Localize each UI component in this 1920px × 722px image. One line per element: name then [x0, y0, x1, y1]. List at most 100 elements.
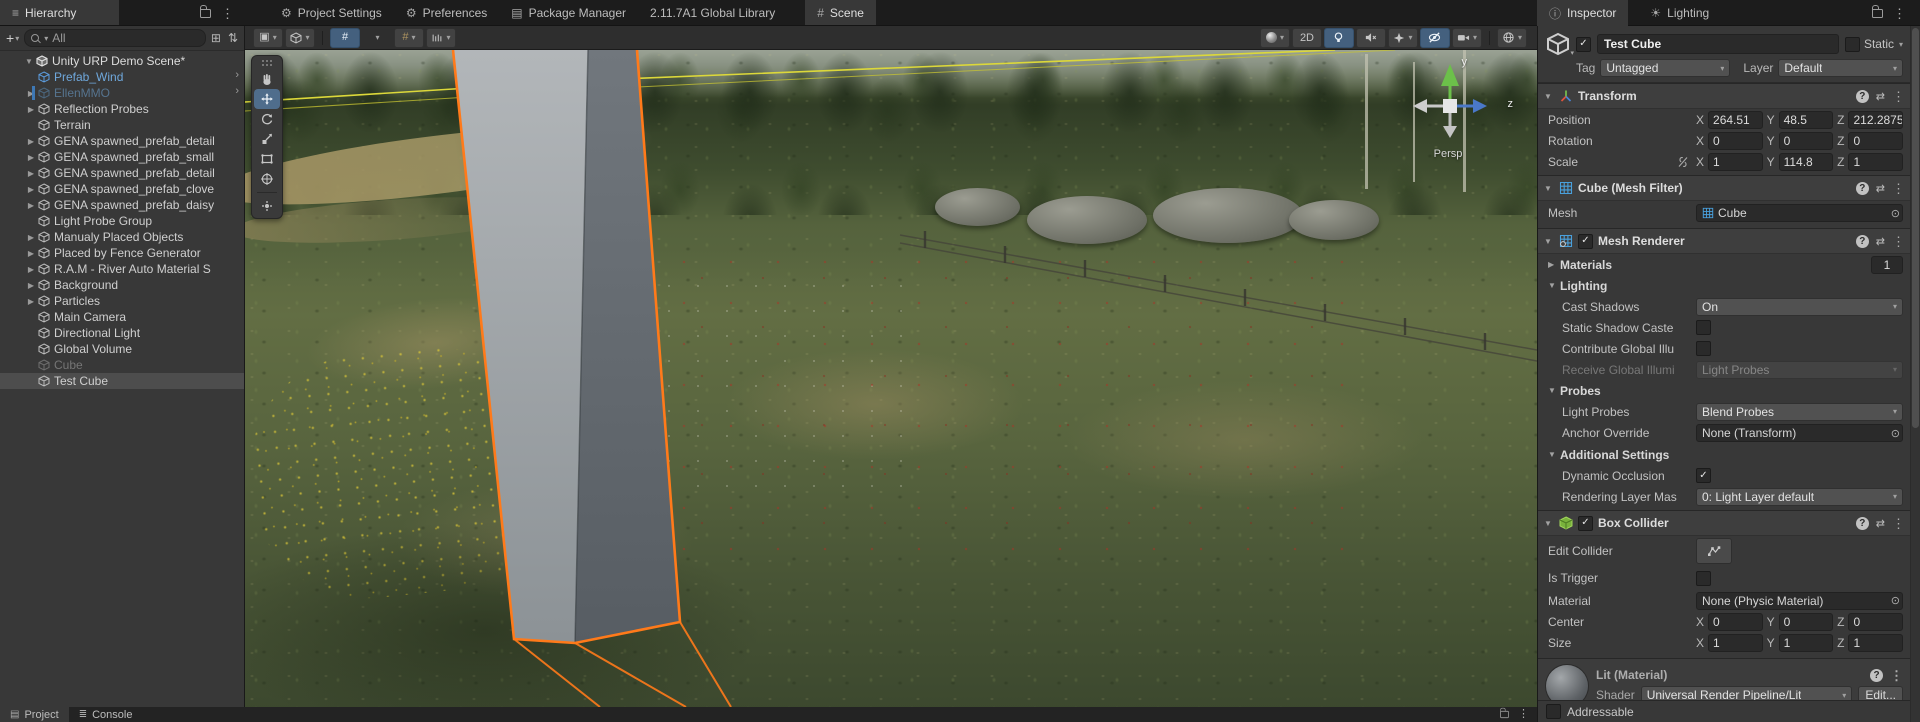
expand-arrow-icon[interactable]: ▶	[24, 105, 38, 114]
expand-arrow-icon[interactable]: ▶	[24, 233, 38, 242]
draw-mode-button[interactable]: ▾	[1259, 27, 1290, 48]
component-enabled-checkbox[interactable]: ✓	[1578, 233, 1593, 249]
kebab-menu-icon[interactable]: ⋮	[1892, 182, 1905, 195]
hierarchy-item[interactable]: Cube	[0, 357, 244, 373]
effects-toggle-button[interactable]: ▾	[1387, 27, 1418, 48]
size-y-field[interactable]: 1	[1778, 633, 1834, 652]
z-axis-cone[interactable]	[1473, 99, 1487, 113]
transform-tool-button[interactable]	[254, 169, 280, 189]
edit-collider-button[interactable]	[1696, 538, 1732, 564]
gizmos-dropdown-button[interactable]: ▾	[1496, 27, 1527, 48]
gameobject-name-field[interactable]: Test Cube	[1597, 34, 1839, 54]
preset-icon[interactable]: ⇄	[1876, 90, 1885, 103]
expand-arrow-icon[interactable]: ▶	[24, 169, 38, 178]
expand-arrow-icon[interactable]: ▶	[24, 137, 38, 146]
grid-visibility-dropdown[interactable]: ▾	[362, 28, 392, 48]
kebab-menu-icon[interactable]: ⋮	[1892, 235, 1905, 248]
mesh-object-field[interactable]: Cube ⊙	[1696, 204, 1903, 222]
tool-handle-rotation-button[interactable]: ▾	[285, 27, 315, 48]
materials-foldout[interactable]: ▶ Materials 1	[1538, 254, 1911, 275]
kebab-menu-icon[interactable]: ⋮	[1893, 7, 1906, 20]
expand-arrow-icon[interactable]: ▶	[24, 89, 38, 98]
rendering-layer-dropdown[interactable]: 0: Light Layer default ▾	[1696, 487, 1903, 506]
move-tool-button[interactable]	[254, 89, 280, 109]
hierarchy-item[interactable]: Prefab_Wind ›	[0, 69, 244, 85]
rotation-z-field[interactable]: 0	[1848, 131, 1904, 150]
scene-picking-icon[interactable]: ⊞	[209, 31, 223, 45]
gameobject-cube-icon[interactable]: ▾	[1546, 32, 1574, 57]
tab-inspector[interactable]: ⓘ Inspector	[1537, 0, 1629, 26]
materials-count-field[interactable]: 1	[1871, 255, 1903, 274]
tool-handle-position-button[interactable]: ▣ ▾	[253, 27, 283, 48]
audio-mute-toggle[interactable]	[1355, 27, 1386, 48]
expand-arrow-icon[interactable]: ▶	[24, 153, 38, 162]
contribute-gi-checkbox[interactable]	[1696, 341, 1711, 356]
search-filter-dropdown-icon[interactable]: ▾	[44, 34, 48, 43]
sort-icon[interactable]: ⇅	[226, 31, 240, 45]
hierarchy-item[interactable]: ▶ GENA spawned_prefab_detail	[0, 165, 244, 181]
inspector-scrollbar[interactable]	[1910, 26, 1920, 722]
help-icon[interactable]: ?	[1855, 234, 1869, 248]
hierarchy-item-selected[interactable]: Test Cube	[0, 373, 244, 389]
hierarchy-item-scene-root[interactable]: ▼ Unity URP Demo Scene*	[0, 53, 244, 69]
probes-foldout[interactable]: ▼ Probes	[1538, 380, 1911, 401]
is-trigger-checkbox[interactable]	[1696, 570, 1711, 586]
help-icon[interactable]: ?	[1870, 668, 1883, 682]
preset-icon[interactable]: ⇄	[1876, 182, 1885, 195]
scene-viewport[interactable]: y z Persp	[245, 50, 1537, 707]
tab-scene[interactable]: # Scene	[805, 0, 876, 25]
center-z-field[interactable]: 0	[1848, 612, 1904, 631]
help-icon[interactable]: ?	[1855, 516, 1869, 530]
hierarchy-item[interactable]: ▶ Manualy Placed Objects	[0, 229, 244, 245]
object-picker-icon[interactable]: ⊙	[1891, 207, 1900, 220]
hierarchy-item[interactable]: ▶ GENA spawned_prefab_clove	[0, 181, 244, 197]
scale-z-field[interactable]: 1	[1848, 152, 1904, 171]
box-collider-header[interactable]: ▼ ✓ Box Collider ? ⇄ ⋮	[1538, 510, 1911, 536]
grid-visibility-button[interactable]: #	[330, 27, 360, 48]
gizmo-center-cube[interactable]	[1443, 99, 1457, 113]
scale-x-field[interactable]: 1	[1708, 152, 1763, 171]
tab-package-manager[interactable]: ▤ Package Manager	[499, 0, 638, 25]
kebab-menu-icon[interactable]: ⋮	[1890, 669, 1903, 682]
tab-project-settings[interactable]: ⚙ Project Settings	[269, 0, 394, 25]
view-hand-tool-button[interactable]	[254, 69, 280, 89]
hierarchy-item[interactable]: ▶ GENA spawned_prefab_small	[0, 149, 244, 165]
hierarchy-item[interactable]: Global Volume	[0, 341, 244, 357]
position-y-field[interactable]: 48.5	[1778, 110, 1834, 129]
expand-arrow-icon[interactable]: ▶	[24, 281, 38, 290]
static-shadow-caster-checkbox[interactable]	[1696, 320, 1711, 335]
preset-icon[interactable]: ⇄	[1876, 517, 1885, 530]
scale-y-field[interactable]: 114.8	[1778, 152, 1834, 171]
physic-material-field[interactable]: None (Physic Material) ⊙	[1696, 591, 1903, 610]
position-z-field[interactable]: 212.2875	[1848, 110, 1904, 129]
mesh-filter-header[interactable]: ▼ Cube (Mesh Filter) ? ⇄ ⋮	[1538, 175, 1911, 201]
perspective-label[interactable]: Persp	[1403, 148, 1493, 160]
kebab-menu-icon[interactable]: ⋮	[1892, 517, 1905, 530]
transform-header[interactable]: ▼ Transform ? ⇄ ⋮	[1538, 83, 1911, 109]
lock-icon[interactable]	[200, 4, 211, 18]
position-x-field[interactable]: 264.51	[1708, 110, 1763, 129]
grid-snap-button[interactable]: # ▾	[394, 27, 424, 48]
kebab-menu-icon[interactable]: ⋮	[1518, 709, 1529, 720]
mesh-renderer-header[interactable]: ▼ ✓ Mesh Renderer ? ⇄ ⋮	[1538, 228, 1911, 254]
rotation-y-field[interactable]: 0	[1778, 131, 1834, 150]
preset-icon[interactable]: ⇄	[1876, 235, 1885, 248]
expand-arrow-icon[interactable]: ▶	[24, 185, 38, 194]
hierarchy-item[interactable]: ▶ R.A.M - River Auto Material S	[0, 261, 244, 277]
kebab-menu-icon[interactable]: ⋮	[1892, 90, 1905, 103]
scrollbar-thumb[interactable]	[1912, 28, 1919, 428]
rect-tool-button[interactable]	[254, 149, 280, 169]
static-dropdown-icon[interactable]: ▾	[1899, 40, 1903, 49]
hierarchy-item[interactable]: ▶ Background	[0, 277, 244, 293]
hierarchy-item[interactable]: Directional Light	[0, 325, 244, 341]
size-x-field[interactable]: 1	[1708, 633, 1763, 652]
palette-grip-handle[interactable]	[261, 58, 273, 69]
tab-global-library[interactable]: 2.11.7A1 Global Library	[638, 0, 787, 25]
layer-dropdown[interactable]: Default ▾	[1778, 59, 1903, 77]
center-y-field[interactable]: 0	[1778, 612, 1834, 631]
camera-settings-button[interactable]: ▾	[1451, 27, 1482, 48]
open-prefab-chevron-icon[interactable]: ›	[235, 85, 239, 97]
down-axis-cone[interactable]	[1443, 126, 1457, 138]
custom-tool-button[interactable]	[254, 196, 280, 216]
dynamic-occlusion-checkbox[interactable]: ✓	[1696, 468, 1711, 483]
